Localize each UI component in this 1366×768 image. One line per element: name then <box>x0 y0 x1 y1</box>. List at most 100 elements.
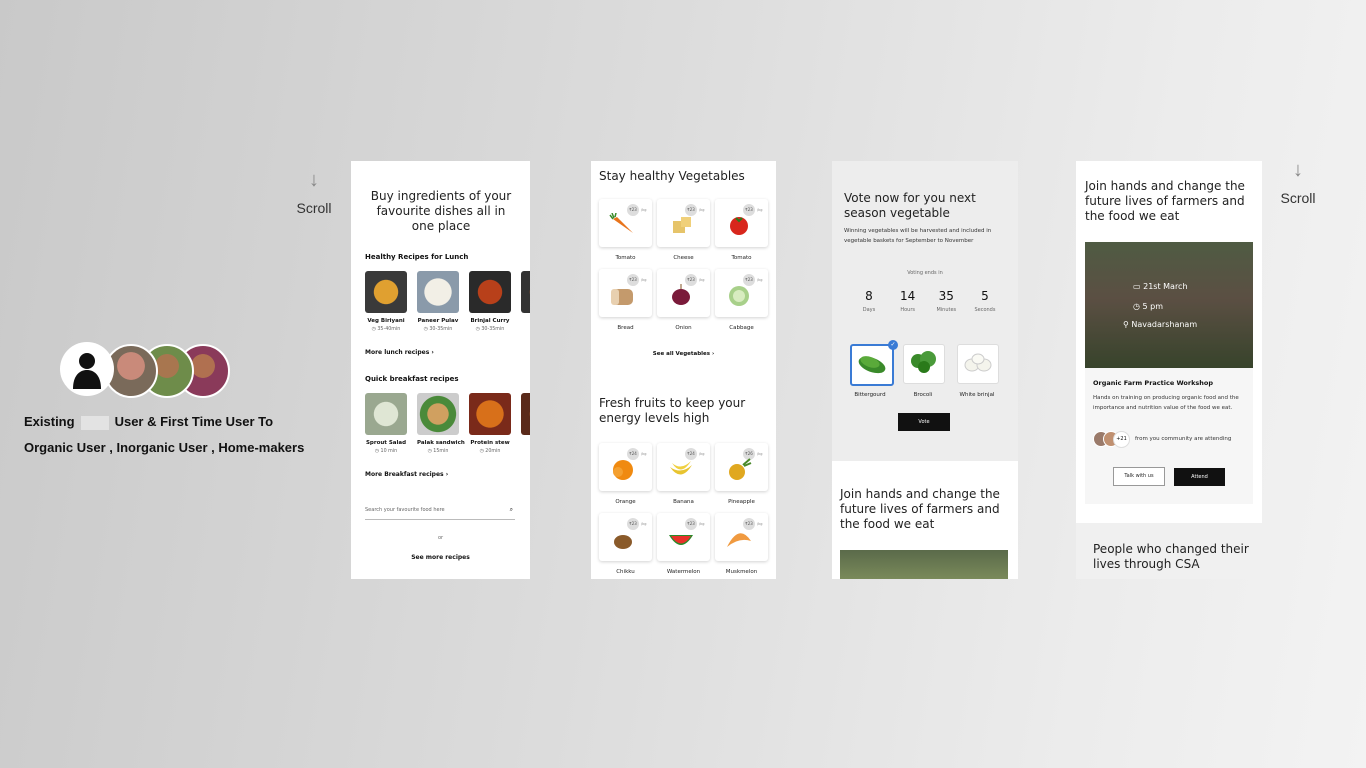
product-card[interactable]: ₹23 /kg Muskmelon <box>715 513 768 575</box>
recipe-card[interactable]: Brinjal Curry ◷ 30-35min <box>469 271 511 332</box>
product-card[interactable]: ₹23 /kg Cheese <box>657 199 710 261</box>
product-card[interactable]: ₹23 /kg Tomato <box>599 199 652 261</box>
product-name: Tomato <box>615 255 636 261</box>
unit-label: /kg <box>641 522 647 526</box>
recipe-card[interactable]: Protein stew ◷ 20min <box>469 393 511 454</box>
recipe-card[interactable]: Paneer Pulav ◷ 30-35min <box>417 271 459 332</box>
workshop-title: Organic Farm Practice Workshop <box>1093 379 1214 387</box>
scroll-label: Scroll <box>296 200 332 216</box>
bittergourd-icon <box>858 356 886 374</box>
tomato-icon <box>730 217 748 235</box>
search-bar[interactable]: Search your favourite food here ⌕ <box>365 505 515 520</box>
recipe-time: ◷ 10 min <box>374 449 398 454</box>
persona-avatars <box>60 342 230 398</box>
product-name: Cheese <box>673 255 694 261</box>
recipe-card[interactable]: Pr <box>521 393 530 454</box>
recipe-time: ◷ 30-35min <box>475 327 505 332</box>
section-title: People who changed their lives through C… <box>1093 542 1249 571</box>
workshop-details: Organic Farm Practice Workshop Hands on … <box>1085 368 1253 504</box>
persona-suffix: User & First Time User To <box>114 414 274 429</box>
product-card[interactable]: ₹23 /kg Cabbage <box>715 269 768 331</box>
muskmelon-icon <box>727 533 751 547</box>
recipe-name: Pr <box>521 440 530 446</box>
more-breakfast-link[interactable]: More Breakfast recipes › <box>365 471 448 478</box>
selected-check-icon: ✓ <box>888 340 898 350</box>
attend-button[interactable]: Attend <box>1174 468 1225 486</box>
calendar-icon: ▭ <box>1133 282 1144 291</box>
event-date: ▭ 21st March <box>1133 282 1188 291</box>
vote-option-white-brinjal[interactable] <box>957 344 999 384</box>
section-title: Fresh fruits to keep your energy levels … <box>599 396 746 425</box>
product-card[interactable]: ₹23 /kg Watermelon <box>657 513 710 575</box>
unit-label: /kg <box>699 208 705 212</box>
recipe-card[interactable]: Veg Biriyani ◷ 35-40min <box>365 271 407 332</box>
more-lunch-link[interactable]: More lunch recipes › <box>365 349 434 356</box>
unit-label: /kg <box>641 278 647 282</box>
scroll-hint-left: ↓ Scroll <box>292 170 336 216</box>
search-icon[interactable]: ⌕ <box>510 506 513 514</box>
product-card[interactable]: ₹23 /kg Bread <box>599 269 652 331</box>
event-location: ⚲ Navadarshanam <box>1123 320 1198 329</box>
section-title: Healthy Recipes for Lunch <box>365 253 469 261</box>
unit-label: /kg <box>757 452 763 456</box>
orange-icon <box>613 460 633 480</box>
search-input[interactable]: Search your favourite food here <box>365 507 445 513</box>
screen-produce: Stay healthy Vegetables ₹23 /kg Tomato ₹… <box>591 161 776 579</box>
or-divider: or <box>437 535 444 541</box>
vote-option-brocoli[interactable] <box>903 344 945 384</box>
see-all-vegetables-link[interactable]: See all Vegetables › <box>591 351 776 357</box>
section-title: Join hands and change the future lives o… <box>1085 179 1245 223</box>
fruit-grid: ₹24 /kg Orange ₹24 /kg Banana ₹26 /kg Pi… <box>599 443 768 575</box>
persona-line-1: Existing User & First Time User To <box>24 414 273 430</box>
onion-icon <box>672 284 690 305</box>
product-name: Tomato <box>731 255 752 261</box>
recipe-name: Sprout Salad <box>365 440 407 446</box>
persona-prefix: Existing <box>24 414 75 429</box>
lunch-recipes: Veg Biriyani ◷ 35-40min Paneer Pulav ◷ 3… <box>365 271 530 332</box>
product-name: Onion <box>675 325 692 331</box>
recipe-image <box>365 393 407 435</box>
vegetable-grid: ₹23 /kg Tomato ₹23 /kg Cheese ₹23 /kg To… <box>599 199 768 331</box>
recipe-image <box>469 271 511 313</box>
product-card[interactable]: ₹23 /kg Onion <box>657 269 710 331</box>
product-card[interactable]: ₹23 /kg Chikku <box>599 513 652 575</box>
talk-with-us-button[interactable]: Talk with us <box>1113 467 1165 486</box>
product-card[interactable]: ₹24 /kg Orange <box>599 443 652 505</box>
screen-vote: Vote now for you next season vegetable W… <box>832 161 1018 579</box>
countdown-seconds: 5 Seconds <box>974 289 996 313</box>
unit-label: /kg <box>699 278 705 282</box>
product-name: Bread <box>617 325 634 331</box>
recipe-name: Paneer Pulav <box>417 318 459 324</box>
recipe-card[interactable]: Sprout Salad ◷ 10 min <box>365 393 407 454</box>
bread-icon <box>611 289 633 305</box>
product-card[interactable]: ₹24 /kg Banana <box>657 443 710 505</box>
white-brinjal-icon <box>964 353 992 372</box>
option-label: Brocoli <box>913 392 933 398</box>
vote-button[interactable]: Vote <box>898 413 950 431</box>
section-title: Stay healthy Vegetables <box>599 169 745 183</box>
product-card[interactable]: ₹26 /kg Pineapple <box>715 443 768 505</box>
product-name: Banana <box>673 499 694 505</box>
product-card[interactable]: ₹23 /kg Tomato <box>715 199 768 261</box>
recipe-image <box>417 271 459 313</box>
recipe-card[interactable]: Ve <box>521 271 530 332</box>
see-more-recipes-link[interactable]: See more recipes <box>351 554 530 561</box>
avatar-placeholder <box>60 342 114 396</box>
section-title: Join hands and change the future lives o… <box>840 487 1000 531</box>
recipe-image <box>417 393 459 435</box>
unit-label: /kg <box>699 452 705 456</box>
attendee-count: +21 <box>1113 431 1130 448</box>
scroll-label: Scroll <box>1280 190 1316 206</box>
countdown-minutes: 35 Minutes <box>936 289 957 313</box>
recipe-name: Palak sandwich <box>417 440 465 446</box>
recipe-card[interactable]: Palak sandwich ◷ 15min <box>417 393 465 454</box>
recipe-time: ◷ 15min <box>427 449 449 454</box>
voting-ends-label: Voting ends in <box>907 270 943 276</box>
down-arrow-icon: ↓ <box>1293 159 1303 181</box>
event-card: Join hands and change the future lives o… <box>1076 161 1262 523</box>
down-arrow-icon: ↓ <box>309 169 319 191</box>
vote-option-bittergourd[interactable]: ✓ <box>850 340 898 386</box>
page-title: Vote now for you next season vegetable <box>844 191 976 220</box>
unit-label: /kg <box>757 522 763 526</box>
carrot-icon <box>609 213 633 233</box>
